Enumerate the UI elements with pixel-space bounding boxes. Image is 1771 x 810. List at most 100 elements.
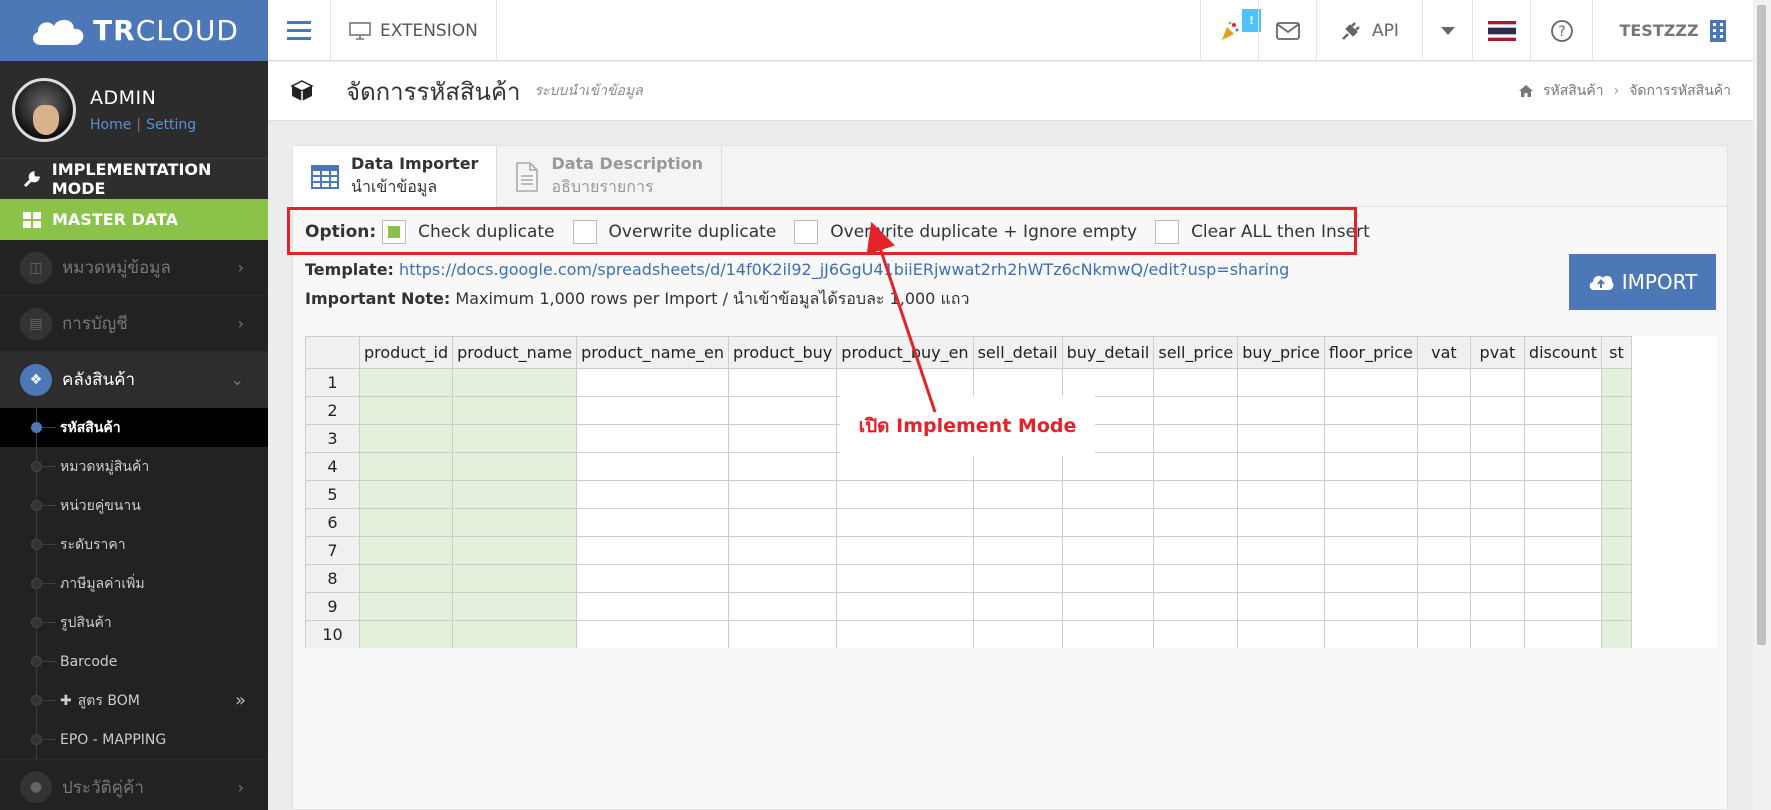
checkbox[interactable]: [382, 219, 407, 244]
grid-cell[interactable]: [972, 508, 1063, 537]
grid-cell[interactable]: [1237, 480, 1325, 509]
grid-cell[interactable]: [1153, 396, 1239, 425]
checkbox[interactable]: [1155, 219, 1180, 244]
sidebar-subitem-epo-mapping[interactable]: EPO - MAPPING: [0, 720, 268, 759]
column-header[interactable]: product_name: [452, 336, 578, 369]
column-header[interactable]: vat: [1416, 336, 1471, 369]
avatar[interactable]: [12, 77, 76, 142]
grid-cell[interactable]: [1323, 368, 1418, 397]
grid-cell[interactable]: [1323, 480, 1418, 509]
row-number[interactable]: 1: [305, 368, 360, 397]
grid-cell[interactable]: [1153, 536, 1239, 565]
grid-cell[interactable]: [576, 620, 729, 648]
grid-cell[interactable]: [1153, 508, 1239, 537]
grid-cell[interactable]: [727, 452, 838, 481]
template-link[interactable]: https://docs.google.com/spreadsheets/d/1…: [399, 260, 1289, 279]
grid-cell[interactable]: [1237, 424, 1325, 453]
grid-cell[interactable]: [576, 424, 729, 453]
sidebar-subitem-barcode[interactable]: Barcode: [0, 642, 268, 681]
notification-button[interactable]: !: [1200, 0, 1261, 61]
grid-cell[interactable]: [727, 368, 838, 397]
grid-cell[interactable]: [452, 480, 578, 509]
grid-cell[interactable]: [1323, 564, 1418, 593]
grid-cell[interactable]: [1153, 564, 1239, 593]
grid-cell[interactable]: [1416, 368, 1471, 397]
grid-cell[interactable]: [1600, 620, 1632, 648]
grid-cell[interactable]: [1323, 508, 1418, 537]
language-button[interactable]: [1472, 0, 1530, 61]
breadcrumb-item[interactable]: รหัสสินค้า: [1543, 80, 1604, 102]
grid-cell[interactable]: [1523, 508, 1602, 537]
column-header[interactable]: pvat: [1469, 336, 1525, 369]
grid-cell[interactable]: [1061, 368, 1155, 397]
grid-cell[interactable]: [1061, 508, 1155, 537]
data-grid[interactable]: product_id product_name product_name_en pro…: [305, 336, 1717, 648]
grid-cell[interactable]: [1469, 480, 1525, 509]
grid-cell[interactable]: [358, 564, 454, 593]
grid-cell[interactable]: [972, 452, 1063, 481]
sidebar-subitem-product-code[interactable]: รหัสสินค้า: [0, 408, 268, 447]
grid-cell[interactable]: [1600, 564, 1632, 593]
grid-cell[interactable]: [972, 536, 1063, 565]
grid-cell[interactable]: [1153, 452, 1239, 481]
sidebar-item-data-category[interactable]: ◫ หมวดหมู่ข้อมูล ›: [0, 240, 268, 296]
grid-cell[interactable]: [1600, 480, 1632, 509]
grid-cell[interactable]: [358, 368, 454, 397]
column-header[interactable]: st: [1600, 336, 1632, 369]
grid-cell[interactable]: [1416, 564, 1471, 593]
grid-cell[interactable]: [1469, 592, 1525, 621]
grid-cell[interactable]: [1523, 452, 1602, 481]
grid-cell[interactable]: [452, 424, 578, 453]
grid-cell[interactable]: [1237, 564, 1325, 593]
grid-cell[interactable]: [576, 536, 729, 565]
grid-cell[interactable]: [1600, 368, 1632, 397]
checkbox[interactable]: [572, 219, 597, 244]
import-button[interactable]: IMPORT: [1569, 254, 1716, 310]
grid-cell[interactable]: [727, 396, 838, 425]
row-number[interactable]: 10: [305, 620, 360, 648]
option-overwrite-duplicate[interactable]: Overwrite duplicate: [572, 219, 776, 244]
option-overwrite-ignore-empty[interactable]: Overwrite duplicate + Ignore empty: [794, 219, 1137, 244]
grid-cell[interactable]: [1416, 424, 1471, 453]
grid-cell[interactable]: [452, 536, 578, 565]
grid-cell[interactable]: [836, 480, 974, 509]
grid-cell[interactable]: [1237, 452, 1325, 481]
grid-cell[interactable]: [1237, 396, 1325, 425]
sidebar-subitem-parallel-unit[interactable]: หน่วยคู่ขนาน: [0, 486, 268, 525]
scrollbar-thumb[interactable]: [1757, 5, 1766, 645]
implementation-mode-item[interactable]: IMPLEMENTATION MODE: [0, 158, 268, 199]
tab-data-description[interactable]: Data Description อธิบายรายการ: [497, 146, 723, 207]
company-button[interactable]: TESTZZZ: [1592, 0, 1753, 61]
grid-cell[interactable]: [972, 564, 1063, 593]
tab-data-importer[interactable]: Data Importer นำเข้าข้อมูล: [293, 146, 498, 208]
master-data-item[interactable]: MASTER DATA: [0, 199, 268, 240]
sidebar-item-accounting[interactable]: ▤ การบัญชี ›: [0, 296, 268, 352]
column-header[interactable]: product_name_en: [576, 336, 729, 369]
sidebar-item-warehouse[interactable]: ❖ คลังสินค้า ⌄: [0, 352, 268, 408]
row-number[interactable]: 4: [305, 452, 360, 481]
grid-cell[interactable]: [1600, 592, 1632, 621]
sidebar-subitem-product-image[interactable]: รูปสินค้า: [0, 603, 268, 642]
grid-cell[interactable]: [1323, 620, 1418, 648]
grid-cell[interactable]: [576, 452, 729, 481]
grid-cell[interactable]: [452, 564, 578, 593]
grid-cell[interactable]: [1523, 396, 1602, 425]
grid-cell[interactable]: [836, 452, 974, 481]
grid-cell[interactable]: [1323, 424, 1418, 453]
grid-cell[interactable]: [1523, 424, 1602, 453]
grid-cell[interactable]: [1237, 368, 1325, 397]
grid-cell[interactable]: [1061, 480, 1155, 509]
grid-cell[interactable]: [727, 536, 838, 565]
grid-cell[interactable]: [1061, 564, 1155, 593]
grid-cell[interactable]: [576, 592, 729, 621]
grid-cell[interactable]: [836, 564, 974, 593]
home-link[interactable]: Home: [90, 117, 131, 133]
grid-cell[interactable]: [1469, 564, 1525, 593]
grid-cell[interactable]: [1416, 480, 1471, 509]
grid-cell[interactable]: [727, 564, 838, 593]
grid-cell[interactable]: [358, 452, 454, 481]
row-number[interactable]: 3: [305, 424, 360, 453]
row-number[interactable]: 5: [305, 480, 360, 509]
grid-cell[interactable]: [1323, 592, 1418, 621]
grid-cell[interactable]: [1416, 620, 1471, 648]
